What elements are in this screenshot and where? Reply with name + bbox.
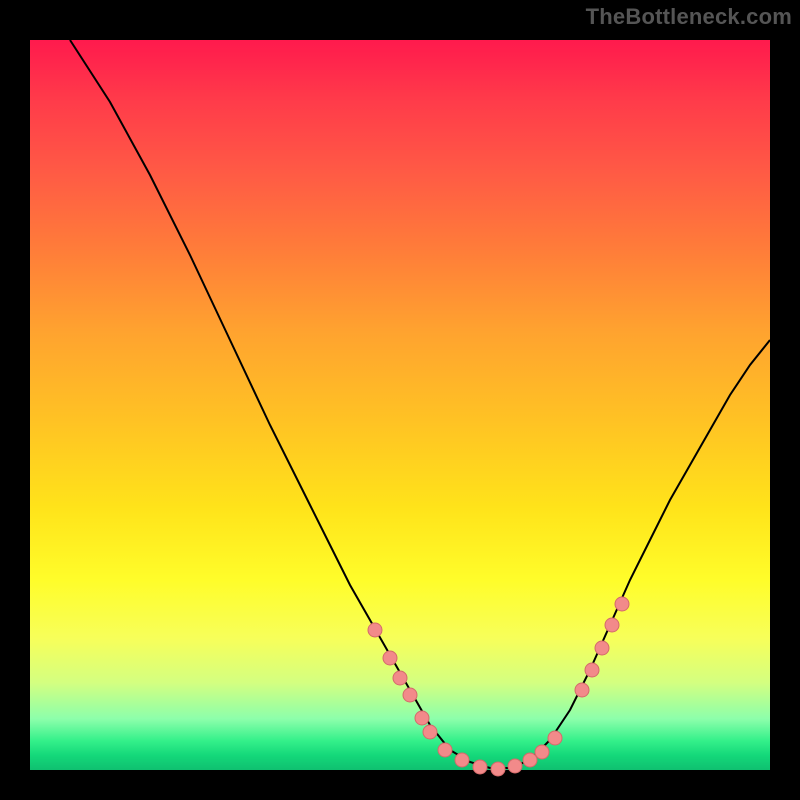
data-marker [491,762,505,776]
data-marker [383,651,397,665]
watermark-text: TheBottleneck.com [586,4,792,30]
bottleneck-curve-chart [30,40,770,770]
data-marker [438,743,452,757]
data-marker [368,623,382,637]
data-marker [415,711,429,725]
data-marker [615,597,629,611]
data-marker [548,731,562,745]
data-marker [595,641,609,655]
data-marker [393,671,407,685]
data-marker [585,663,599,677]
data-marker [403,688,417,702]
data-marker [523,753,537,767]
data-marker [575,683,589,697]
data-marker [535,745,549,759]
data-marker [455,753,469,767]
bottleneck-curve [70,40,770,768]
data-marker [473,760,487,774]
data-marker [605,618,619,632]
data-marker [423,725,437,739]
chart-plot-area [20,30,780,780]
data-marker [508,759,522,773]
